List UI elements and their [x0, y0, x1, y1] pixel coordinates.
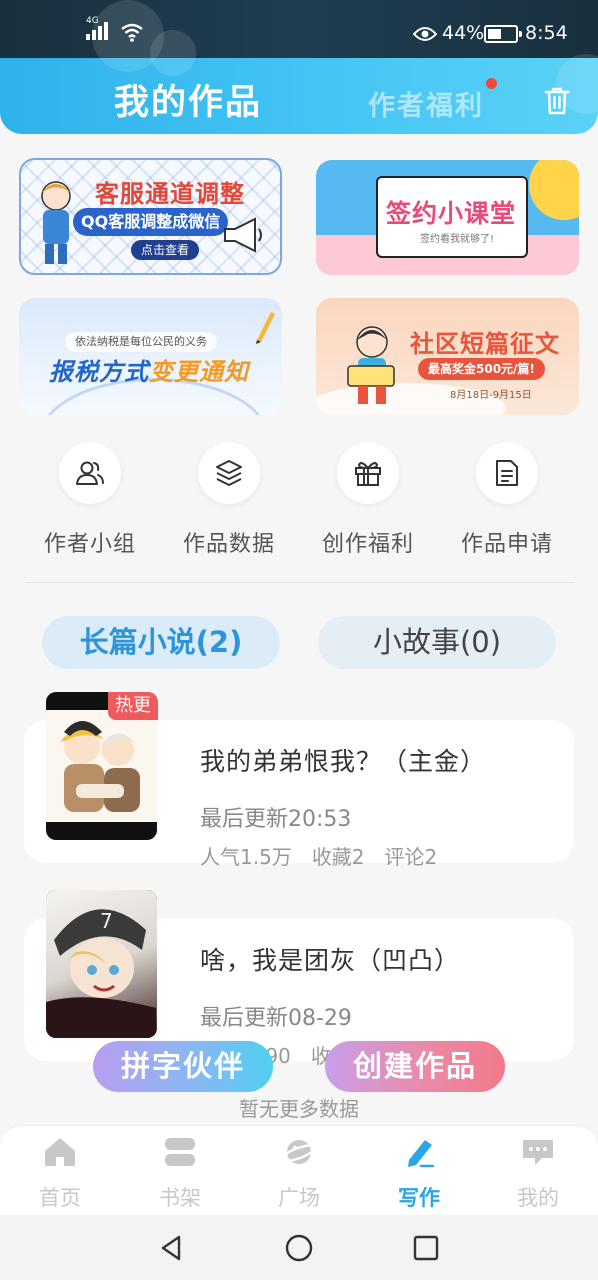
document-icon: [496, 460, 518, 486]
quick-label: 创作福利: [321, 532, 414, 554]
bookshelf-icon: [165, 1138, 195, 1166]
work-favorites: 收藏2: [311, 845, 365, 869]
megaphone-icon: [224, 217, 262, 253]
cover-illustration: [60, 721, 140, 812]
banner-title: 签约小课堂: [386, 199, 517, 228]
nav-label: 写作: [398, 1186, 440, 1210]
nav-label: 书架: [159, 1186, 201, 1210]
notification-dot: [486, 78, 497, 89]
planet-icon: [281, 1140, 317, 1164]
banner-prize: 最高奖金500元/篇!: [418, 358, 545, 380]
clock: 8:54: [525, 22, 568, 44]
quick-author-group[interactable]: 作者小组: [20, 442, 160, 554]
people-icon: [76, 461, 104, 485]
pen-icon: [256, 312, 275, 344]
nav-bookshelf[interactable]: 书架: [145, 1136, 215, 1212]
section-divider: [26, 582, 574, 583]
gift-icon: [355, 462, 381, 486]
tab-short-story[interactable]: 小故事(0): [318, 616, 556, 669]
banner-view-button[interactable]: 点击查看: [131, 240, 200, 260]
battery-level: [488, 29, 502, 39]
nav-plaza[interactable]: 广场: [264, 1136, 334, 1212]
back-icon[interactable]: [157, 1233, 187, 1263]
work-stats: 人气1.5万 收藏2 评论2: [200, 841, 437, 870]
word-partner-button[interactable]: 拼字伙伴: [93, 1041, 273, 1092]
work-comments: 评论2: [384, 845, 438, 869]
bottom-nav: 首页 书架 广场 写作 我的: [0, 1125, 598, 1215]
system-nav-bar: [0, 1215, 598, 1280]
banner-title: 报税方式变更通知: [49, 358, 249, 386]
no-more-data: 暂无更多数据: [239, 1097, 359, 1121]
cover-illustration: 7: [46, 909, 156, 1038]
banner-date: 8月18日-9月15日: [450, 390, 532, 401]
banner-tagline: 依法纳税是每位公民的义务: [65, 332, 217, 352]
quick-work-data[interactable]: 作品数据: [159, 442, 299, 554]
app-header: 4G 44% 8:54 我的作品 作者福利: [0, 0, 598, 134]
work-cover[interactable]: 7: [46, 890, 157, 1038]
pen-icon: [408, 1140, 435, 1168]
home-icon: [45, 1138, 75, 1166]
tab-my-works[interactable]: 我的作品: [114, 74, 262, 125]
nav-label: 首页: [39, 1186, 81, 1210]
tab-long-novel[interactable]: 长篇小说(2): [42, 616, 280, 669]
chat-icon: [523, 1140, 553, 1165]
layers-icon: [216, 460, 242, 486]
work-popularity: 人气1.5万: [200, 845, 292, 869]
wifi-icon: [121, 23, 143, 42]
nav-home[interactable]: 首页: [25, 1136, 95, 1212]
quick-label: 作品申请: [460, 532, 553, 554]
work-title[interactable]: 啥，我是团灰（凹凸）: [200, 941, 460, 977]
banner-short-story-contest[interactable]: 社区短篇征文 最高奖金500元/篇! 8月18日-9月15日: [316, 298, 579, 415]
quick-label: 作者小组: [43, 532, 136, 554]
banner-title: 社区短篇征文: [410, 330, 560, 358]
banner-tax-notice[interactable]: 依法纳税是每位公民的义务 报税方式变更通知: [19, 298, 282, 415]
banner-service-channel[interactable]: 客服通道调整 QQ客服调整成微信 点击查看: [19, 158, 282, 275]
quick-creation-welfare[interactable]: 创作福利: [298, 442, 438, 554]
create-work-button[interactable]: 创建作品: [325, 1041, 505, 1092]
banner-title: 客服通道调整: [95, 180, 245, 208]
quick-work-application[interactable]: 作品申请: [437, 442, 577, 554]
hot-update-badge: 热更: [108, 692, 158, 720]
battery-percent: 44%: [442, 22, 485, 44]
trash-icon[interactable]: [543, 86, 571, 116]
work-title[interactable]: 我的弟弟恨我？（主金）: [200, 742, 486, 778]
recents-icon[interactable]: [411, 1233, 441, 1263]
reading-kid-icon: [347, 326, 395, 404]
banner-contract-class[interactable]: 签约小课堂 签约看我就够了!: [316, 160, 579, 275]
status-bar: 4G 44% 8:54: [0, 0, 598, 58]
quick-label: 作品数据: [182, 532, 275, 554]
work-last-update: 最后更新20:53: [200, 807, 352, 832]
nav-mine[interactable]: 我的: [503, 1136, 573, 1212]
banner-subtitle: QQ客服调整成微信: [73, 208, 229, 236]
network-type: 4G: [86, 16, 99, 26]
svg-text:7: 7: [100, 909, 113, 933]
work-last-update: 最后更新08-29: [200, 1006, 352, 1031]
eye-icon: [413, 27, 437, 41]
battery-icon: [484, 25, 522, 43]
tab-author-welfare[interactable]: 作者福利: [368, 84, 484, 123]
banner-subtitle: 签约看我就够了!: [420, 234, 495, 245]
signal-icon: 4G: [86, 16, 108, 40]
nav-label: 我的: [517, 1186, 559, 1210]
nav-writing[interactable]: 写作: [384, 1136, 454, 1212]
home-circle-icon[interactable]: [284, 1233, 314, 1263]
nav-label: 广场: [278, 1186, 320, 1210]
